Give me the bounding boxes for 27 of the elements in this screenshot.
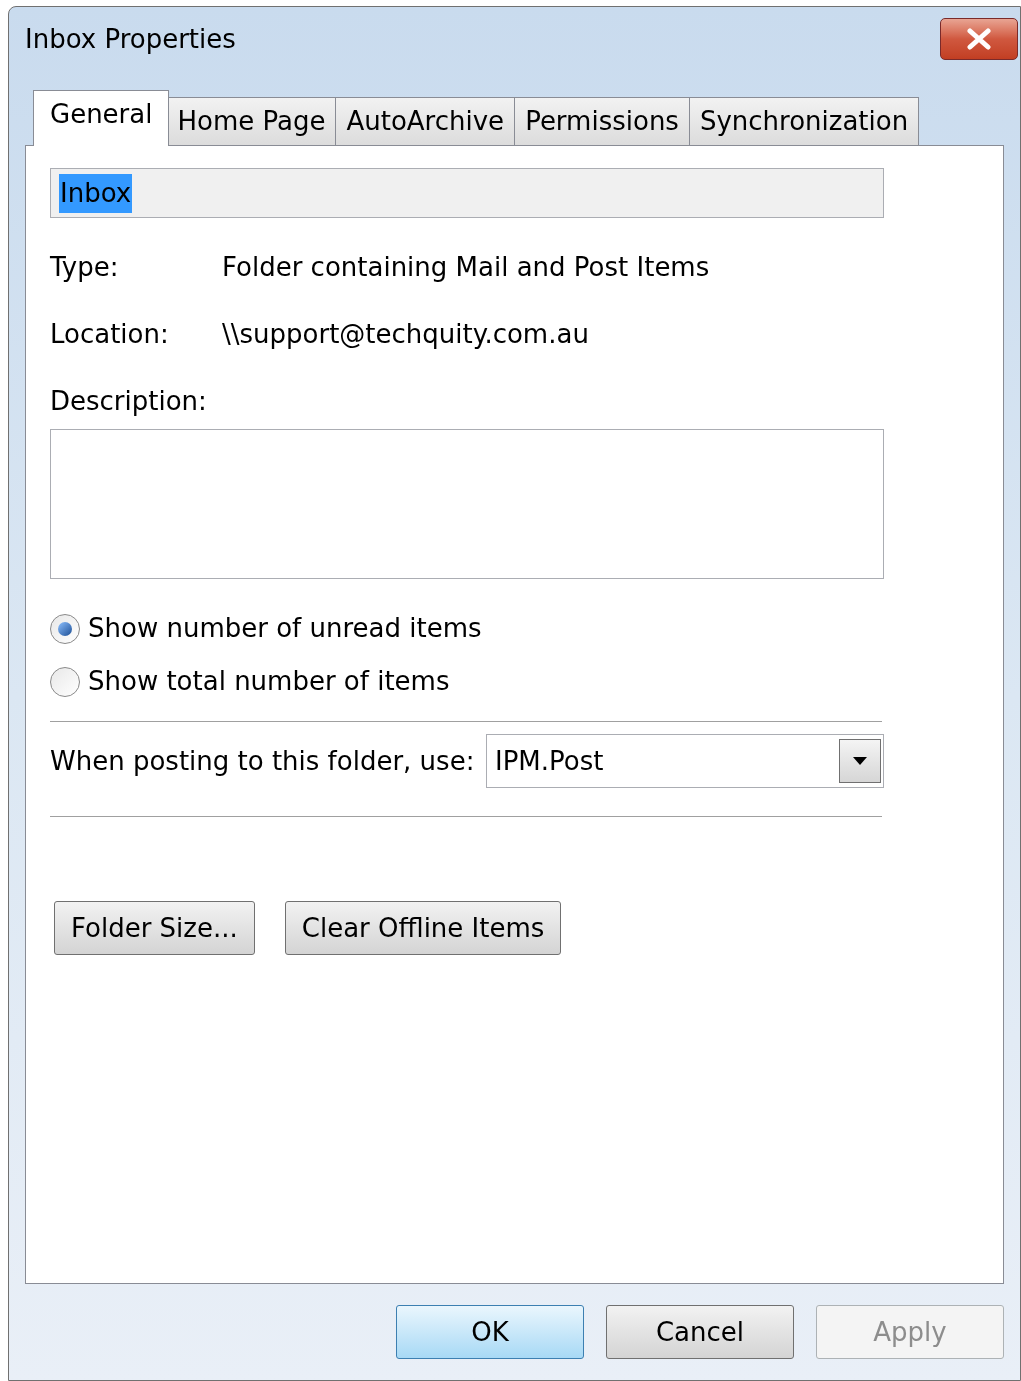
property-label: Type: [50, 251, 120, 284]
name-field[interactable]: Inbox [50, 168, 884, 218]
description-label: Description: [50, 385, 207, 418]
tab[interactable]: Synchronization [688, 97, 920, 145]
close-button[interactable] [940, 18, 1018, 60]
dropdown-arrow-icon [853, 757, 867, 765]
property-value: Folder containing Mail and Post Items [222, 251, 710, 284]
field-value: Inbox [59, 173, 133, 213]
window-title: Inbox Properties [25, 22, 236, 56]
dialog-button[interactable]: OK [396, 1305, 584, 1359]
tab[interactable]: General [33, 90, 170, 146]
description-field[interactable] [50, 429, 884, 579]
property-label: Location: [50, 318, 170, 351]
radio-button[interactable] [50, 613, 80, 644]
form-dropdown[interactable]: IPM.Post [486, 734, 884, 788]
radio-button[interactable] [50, 666, 80, 697]
close-icon [966, 28, 992, 50]
action-button[interactable]: Folder Size... [54, 901, 255, 955]
property-value: \\support@techquity.com.au [222, 318, 589, 351]
tab[interactable]: Home Page [166, 97, 337, 145]
dialog-button[interactable]: Cancel [606, 1305, 794, 1359]
action-button[interactable]: Clear Offline Items [284, 901, 562, 955]
radio-label: Show number of unread items [88, 612, 482, 645]
radio-label: Show total number of items [88, 665, 450, 698]
tab[interactable]: AutoArchive [335, 97, 516, 145]
posting-label: When posting to this folder, use: [50, 744, 475, 778]
tab[interactable]: Permissions [514, 97, 690, 145]
